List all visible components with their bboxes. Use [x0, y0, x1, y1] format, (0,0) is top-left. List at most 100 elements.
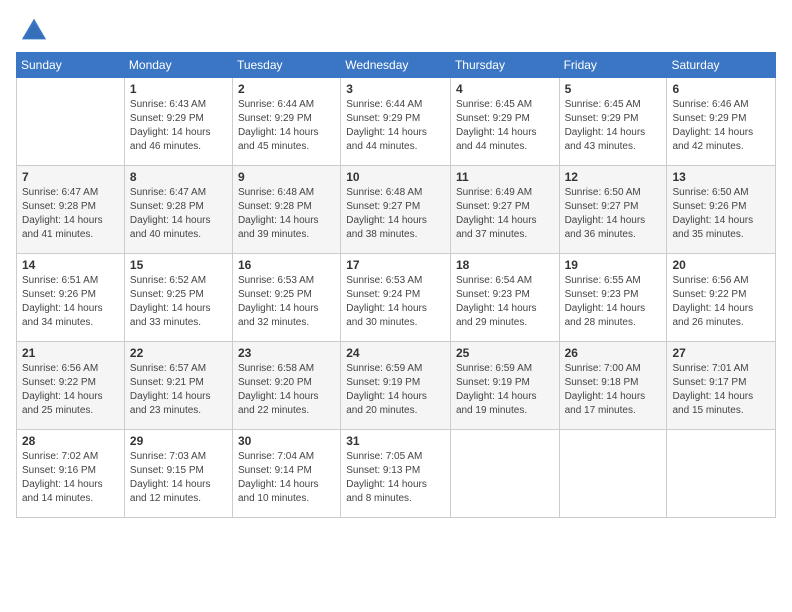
calendar-cell: 23 Sunrise: 6:58 AM Sunset: 9:20 PM Dayl…	[232, 342, 340, 430]
calendar-cell	[559, 430, 667, 518]
day-number: 7	[22, 170, 119, 184]
daylight-text: Daylight: 14 hours and 35 minutes.	[672, 215, 753, 240]
calendar-cell: 19 Sunrise: 6:55 AM Sunset: 9:23 PM Dayl…	[559, 254, 667, 342]
day-info: Sunrise: 6:59 AM Sunset: 9:19 PM Dayligh…	[346, 362, 445, 418]
daylight-text: Daylight: 14 hours and 37 minutes.	[456, 215, 537, 240]
sunrise-text: Sunrise: 6:58 AM	[238, 363, 314, 374]
day-info: Sunrise: 6:56 AM Sunset: 9:22 PM Dayligh…	[672, 274, 770, 330]
calendar-header-row: SundayMondayTuesdayWednesdayThursdayFrid…	[17, 53, 776, 78]
day-number: 15	[130, 258, 227, 272]
sunrise-text: Sunrise: 6:59 AM	[456, 363, 532, 374]
day-info: Sunrise: 6:51 AM Sunset: 9:26 PM Dayligh…	[22, 274, 119, 330]
sunset-text: Sunset: 9:29 PM	[456, 113, 530, 124]
day-number: 2	[238, 82, 335, 96]
day-number: 6	[672, 82, 770, 96]
sunrise-text: Sunrise: 6:59 AM	[346, 363, 422, 374]
sunrise-text: Sunrise: 6:50 AM	[672, 187, 748, 198]
sunset-text: Sunset: 9:19 PM	[346, 377, 420, 388]
day-number: 28	[22, 434, 119, 448]
daylight-text: Daylight: 14 hours and 25 minutes.	[22, 391, 103, 416]
sunset-text: Sunset: 9:14 PM	[238, 465, 312, 476]
day-info: Sunrise: 6:59 AM Sunset: 9:19 PM Dayligh…	[456, 362, 554, 418]
sunset-text: Sunset: 9:25 PM	[238, 289, 312, 300]
sunrise-text: Sunrise: 7:03 AM	[130, 451, 206, 462]
day-info: Sunrise: 6:53 AM Sunset: 9:24 PM Dayligh…	[346, 274, 445, 330]
sunset-text: Sunset: 9:25 PM	[130, 289, 204, 300]
sunrise-text: Sunrise: 6:48 AM	[238, 187, 314, 198]
sunset-text: Sunset: 9:21 PM	[130, 377, 204, 388]
sunset-text: Sunset: 9:27 PM	[565, 201, 639, 212]
day-info: Sunrise: 6:43 AM Sunset: 9:29 PM Dayligh…	[130, 98, 227, 154]
calendar-cell: 26 Sunrise: 7:00 AM Sunset: 9:18 PM Dayl…	[559, 342, 667, 430]
calendar-cell	[450, 430, 559, 518]
day-info: Sunrise: 6:48 AM Sunset: 9:28 PM Dayligh…	[238, 186, 335, 242]
day-number: 22	[130, 346, 227, 360]
day-number: 11	[456, 170, 554, 184]
weekday-header-saturday: Saturday	[667, 53, 776, 78]
sunrise-text: Sunrise: 7:00 AM	[565, 363, 641, 374]
sunset-text: Sunset: 9:18 PM	[565, 377, 639, 388]
sunrise-text: Sunrise: 6:56 AM	[22, 363, 98, 374]
calendar-cell: 22 Sunrise: 6:57 AM Sunset: 9:21 PM Dayl…	[124, 342, 232, 430]
day-number: 12	[565, 170, 662, 184]
sunrise-text: Sunrise: 6:46 AM	[672, 99, 748, 110]
day-number: 9	[238, 170, 335, 184]
calendar-cell	[17, 78, 125, 166]
day-info: Sunrise: 7:03 AM Sunset: 9:15 PM Dayligh…	[130, 450, 227, 506]
sunset-text: Sunset: 9:23 PM	[565, 289, 639, 300]
calendar-table: SundayMondayTuesdayWednesdayThursdayFrid…	[16, 52, 776, 518]
daylight-text: Daylight: 14 hours and 15 minutes.	[672, 391, 753, 416]
day-info: Sunrise: 6:50 AM Sunset: 9:27 PM Dayligh…	[565, 186, 662, 242]
day-info: Sunrise: 6:45 AM Sunset: 9:29 PM Dayligh…	[456, 98, 554, 154]
day-info: Sunrise: 6:46 AM Sunset: 9:29 PM Dayligh…	[672, 98, 770, 154]
day-info: Sunrise: 6:47 AM Sunset: 9:28 PM Dayligh…	[22, 186, 119, 242]
weekday-header-friday: Friday	[559, 53, 667, 78]
day-number: 8	[130, 170, 227, 184]
daylight-text: Daylight: 14 hours and 29 minutes.	[456, 303, 537, 328]
calendar-week-2: 7 Sunrise: 6:47 AM Sunset: 9:28 PM Dayli…	[17, 166, 776, 254]
weekday-header-thursday: Thursday	[450, 53, 559, 78]
day-number: 29	[130, 434, 227, 448]
day-number: 19	[565, 258, 662, 272]
daylight-text: Daylight: 14 hours and 45 minutes.	[238, 127, 319, 152]
calendar-cell	[667, 430, 776, 518]
daylight-text: Daylight: 14 hours and 20 minutes.	[346, 391, 427, 416]
day-number: 26	[565, 346, 662, 360]
sunrise-text: Sunrise: 7:01 AM	[672, 363, 748, 374]
day-info: Sunrise: 7:00 AM Sunset: 9:18 PM Dayligh…	[565, 362, 662, 418]
daylight-text: Daylight: 14 hours and 30 minutes.	[346, 303, 427, 328]
calendar-cell: 4 Sunrise: 6:45 AM Sunset: 9:29 PM Dayli…	[450, 78, 559, 166]
weekday-header-wednesday: Wednesday	[341, 53, 451, 78]
sunset-text: Sunset: 9:28 PM	[22, 201, 96, 212]
calendar-week-1: 1 Sunrise: 6:43 AM Sunset: 9:29 PM Dayli…	[17, 78, 776, 166]
daylight-text: Daylight: 14 hours and 34 minutes.	[22, 303, 103, 328]
calendar-cell: 30 Sunrise: 7:04 AM Sunset: 9:14 PM Dayl…	[232, 430, 340, 518]
day-number: 18	[456, 258, 554, 272]
calendar-cell: 31 Sunrise: 7:05 AM Sunset: 9:13 PM Dayl…	[341, 430, 451, 518]
sunset-text: Sunset: 9:27 PM	[456, 201, 530, 212]
day-number: 24	[346, 346, 445, 360]
day-info: Sunrise: 7:01 AM Sunset: 9:17 PM Dayligh…	[672, 362, 770, 418]
sunrise-text: Sunrise: 6:50 AM	[565, 187, 641, 198]
calendar-cell: 1 Sunrise: 6:43 AM Sunset: 9:29 PM Dayli…	[124, 78, 232, 166]
calendar-cell: 2 Sunrise: 6:44 AM Sunset: 9:29 PM Dayli…	[232, 78, 340, 166]
sunset-text: Sunset: 9:29 PM	[565, 113, 639, 124]
calendar-cell: 13 Sunrise: 6:50 AM Sunset: 9:26 PM Dayl…	[667, 166, 776, 254]
sunset-text: Sunset: 9:20 PM	[238, 377, 312, 388]
daylight-text: Daylight: 14 hours and 33 minutes.	[130, 303, 211, 328]
day-info: Sunrise: 6:47 AM Sunset: 9:28 PM Dayligh…	[130, 186, 227, 242]
sunset-text: Sunset: 9:27 PM	[346, 201, 420, 212]
calendar-cell: 5 Sunrise: 6:45 AM Sunset: 9:29 PM Dayli…	[559, 78, 667, 166]
weekday-header-sunday: Sunday	[17, 53, 125, 78]
calendar-cell: 6 Sunrise: 6:46 AM Sunset: 9:29 PM Dayli…	[667, 78, 776, 166]
daylight-text: Daylight: 14 hours and 23 minutes.	[130, 391, 211, 416]
daylight-text: Daylight: 14 hours and 22 minutes.	[238, 391, 319, 416]
sunset-text: Sunset: 9:22 PM	[22, 377, 96, 388]
sunset-text: Sunset: 9:23 PM	[456, 289, 530, 300]
sunrise-text: Sunrise: 6:43 AM	[130, 99, 206, 110]
daylight-text: Daylight: 14 hours and 46 minutes.	[130, 127, 211, 152]
sunrise-text: Sunrise: 6:47 AM	[22, 187, 98, 198]
day-number: 27	[672, 346, 770, 360]
sunset-text: Sunset: 9:29 PM	[672, 113, 746, 124]
day-info: Sunrise: 6:44 AM Sunset: 9:29 PM Dayligh…	[346, 98, 445, 154]
